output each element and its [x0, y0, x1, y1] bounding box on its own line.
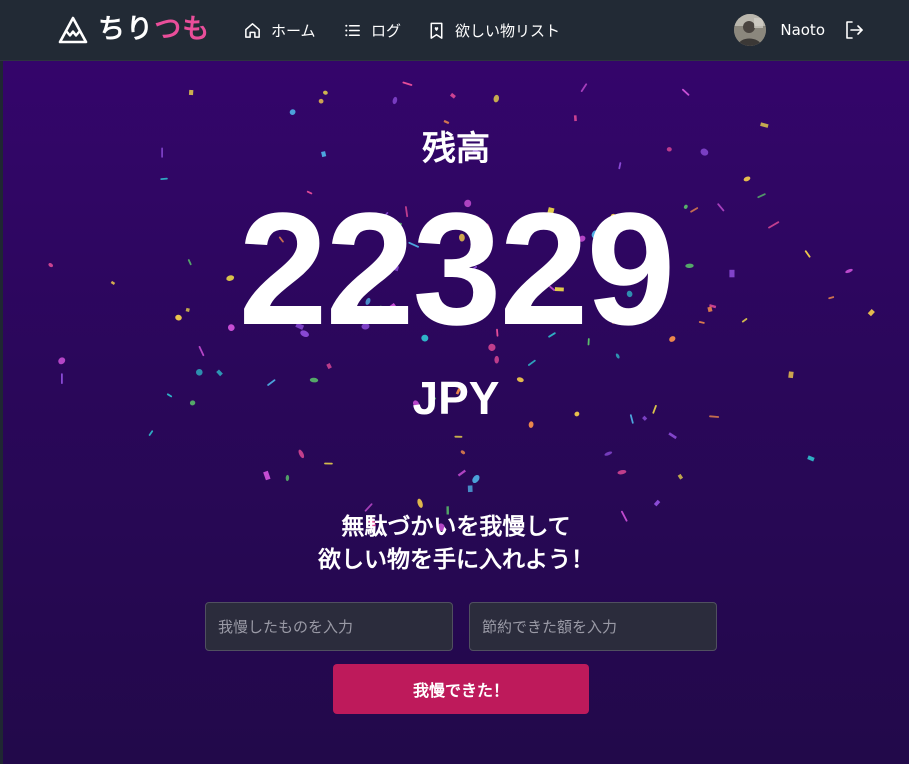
- confetti-piece: [668, 432, 677, 440]
- confetti-piece: [402, 81, 413, 86]
- confetti-piece: [467, 485, 473, 493]
- confetti-piece: [417, 498, 423, 508]
- app-logo-text-part2: つも: [154, 14, 211, 45]
- confetti-piece: [807, 455, 815, 462]
- confetti-piece: [472, 474, 480, 484]
- confetti-piece: [580, 83, 588, 93]
- motivation-message: 無駄づかいを我慢して 欲しい物を手に入れよう！: [3, 511, 909, 577]
- submit-saving-button[interactable]: 我慢できた！: [333, 664, 589, 714]
- confetti-piece: [318, 98, 324, 104]
- confetti-piece: [285, 474, 290, 482]
- confetti-piece: [682, 88, 690, 96]
- saved-amount-input[interactable]: [469, 602, 717, 651]
- confetti-piece: [460, 450, 466, 455]
- confetti-piece: [326, 363, 332, 370]
- motivation-message-line2: 欲しい物を手に入れよう！: [318, 547, 594, 573]
- confetti-piece: [364, 503, 373, 512]
- nav-item-log[interactable]: ログ: [343, 0, 401, 60]
- user-menu: Naoto: [734, 0, 865, 60]
- confetti-piece: [449, 92, 456, 99]
- confetti-piece: [298, 449, 305, 459]
- avatar-photo: [734, 14, 767, 46]
- confetti-piece: [457, 469, 466, 477]
- nav-item-home[interactable]: ホーム: [243, 0, 316, 60]
- confetti-piece: [617, 469, 627, 475]
- avatar[interactable]: [734, 14, 767, 46]
- nav-item-wishlist-label: 欲しい物リスト: [455, 21, 561, 40]
- top-navbar: ちりつも ホーム ログ 欲しい物リスト Naoto: [0, 0, 909, 61]
- app-logo-text-part1: ちり: [98, 14, 155, 45]
- confetti-piece: [323, 90, 328, 95]
- confetti-piece: [263, 470, 271, 481]
- list-icon: [345, 24, 360, 36]
- balance-label: 残高: [422, 129, 490, 169]
- logout-icon[interactable]: [843, 19, 865, 41]
- app-logo[interactable]: ちりつも: [58, 12, 210, 48]
- balance-panel: 残高 22329 JPY 無駄づかいを我慢して 欲しい物を手に入れよう！ 我慢で…: [3, 61, 909, 764]
- nav-item-home-label: ホーム: [271, 21, 316, 40]
- username: Naoto: [780, 21, 825, 39]
- nav-item-wishlist[interactable]: 欲しい物リスト: [427, 0, 560, 60]
- confetti-piece: [148, 430, 154, 436]
- motivation-message-line1: 無駄づかいを我慢して: [341, 514, 571, 540]
- app-logo-text: ちりつも: [98, 12, 210, 48]
- confetti-piece: [677, 473, 684, 480]
- confetti-piece: [604, 451, 613, 456]
- confetti-piece: [528, 359, 536, 366]
- home-icon: [245, 22, 260, 38]
- confetti-piece: [392, 96, 398, 105]
- confetti-piece: [289, 109, 296, 115]
- bookmark-heart-icon: [430, 22, 443, 39]
- confetti-piece: [188, 89, 194, 96]
- confetti-piece: [493, 94, 500, 103]
- nav-item-log-label: ログ: [371, 21, 402, 40]
- balance-amount: 22329: [238, 179, 676, 358]
- app-window: ちりつも ホーム ログ 欲しい物リスト Naoto 残高 22329 JPY 無…: [0, 0, 909, 764]
- saved-item-input[interactable]: [205, 602, 453, 651]
- mountain-icon: [58, 16, 88, 44]
- confetti-piece: [653, 499, 661, 507]
- balance-currency: JPY: [412, 372, 500, 424]
